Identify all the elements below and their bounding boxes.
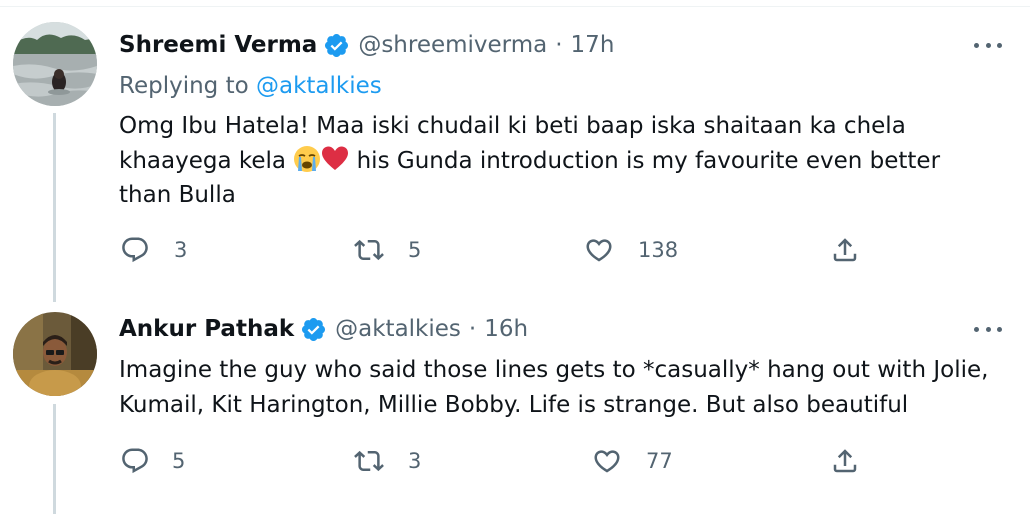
avatar-ankur[interactable] (13, 312, 97, 396)
reply-icon (122, 237, 148, 263)
retweet-button[interactable]: 3 (354, 441, 421, 481)
more-icon[interactable] (974, 40, 1002, 50)
loudly-crying-face-icon (293, 145, 321, 173)
display-name[interactable]: Shreemi Verma (119, 32, 317, 58)
like-icon (594, 450, 620, 473)
replying-to-link[interactable]: @aktalkies (256, 73, 382, 99)
tweet-header: Shreemi Verma @shreemiverma · 17h (119, 30, 614, 60)
like-count: 77 (646, 449, 673, 473)
like-button[interactable]: 138 (584, 230, 678, 270)
timestamp[interactable]: 17h (571, 32, 615, 58)
replying-prefix: Replying to (119, 73, 249, 99)
avatar-shreemi[interactable] (13, 22, 97, 106)
tweet-text: Imagine the guy who said those lines get… (119, 357, 989, 418)
reply-count: 3 (174, 238, 188, 262)
share-button[interactable] (830, 441, 860, 481)
handle[interactable]: @shreemiverma (358, 32, 547, 58)
tweet-header: Ankur Pathak @aktalkies · 16h (119, 314, 528, 344)
display-name[interactable]: Ankur Pathak (119, 316, 294, 342)
share-button[interactable] (830, 230, 860, 270)
reply-icon (122, 448, 148, 474)
reply-button[interactable]: 5 (120, 441, 185, 481)
share-icon (833, 238, 857, 262)
reply-button[interactable]: 3 (120, 230, 187, 270)
retweet-count: 5 (408, 238, 422, 262)
reply-count: 5 (172, 449, 186, 473)
red-heart-icon (321, 145, 349, 173)
separator-dot: · (468, 316, 477, 342)
retweet-count: 3 (408, 449, 422, 473)
verified-badge-icon (323, 32, 350, 59)
thread-line (53, 113, 56, 302)
separator-dot: · (555, 32, 563, 58)
like-icon (586, 239, 612, 262)
tweet-actions: 5 3 77 (0, 441, 1030, 481)
retweet-icon (354, 450, 384, 472)
like-button[interactable]: 77 (592, 441, 673, 481)
verified-badge-icon (300, 316, 327, 343)
tweet-text: Omg Ibu Hatela! Maa iski chudail ki beti… (119, 109, 999, 213)
tweet-2[interactable]: Ankur Pathak @aktalkies · 16h Imagine th… (0, 302, 1030, 514)
share-icon (833, 449, 857, 473)
handle[interactable]: @aktalkies (335, 316, 461, 342)
retweet-icon (354, 239, 384, 261)
replying-to: Replying to @aktalkies (119, 73, 382, 99)
more-icon[interactable] (974, 324, 1002, 334)
timestamp[interactable]: 16h (484, 316, 528, 342)
tweet-1[interactable]: Shreemi Verma @shreemiverma · 17h Replyi… (0, 0, 1030, 302)
retweet-button[interactable]: 5 (354, 230, 421, 270)
tweet-actions: 3 5 138 (0, 230, 1030, 270)
like-count: 138 (638, 238, 679, 262)
